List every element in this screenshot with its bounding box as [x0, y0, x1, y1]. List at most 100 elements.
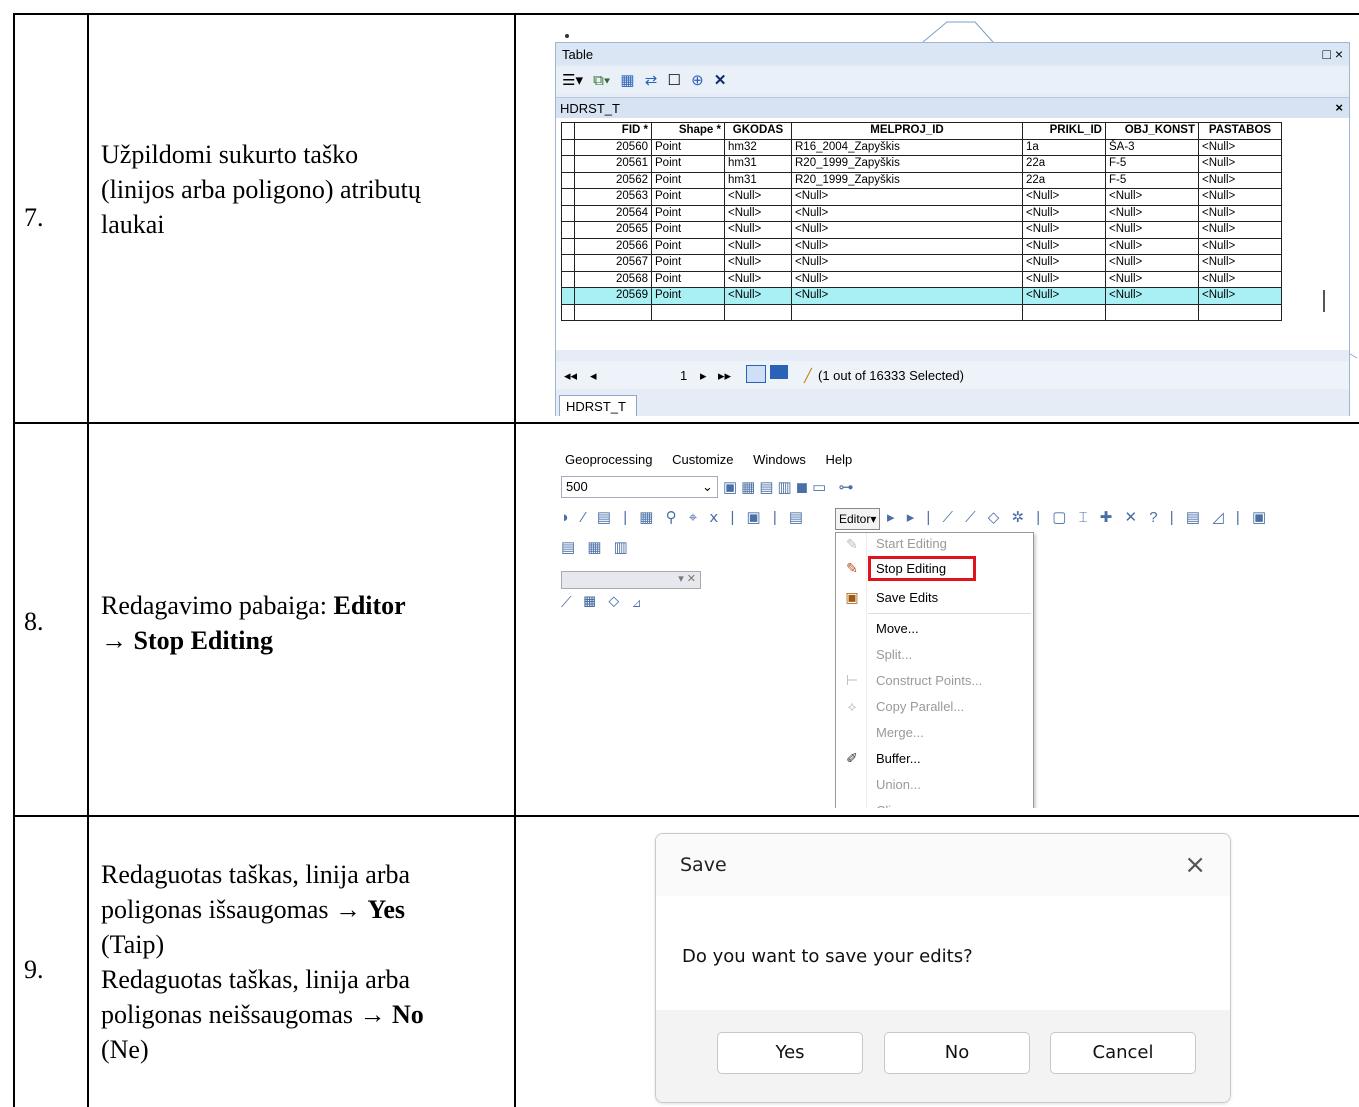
row-selector[interactable]	[561, 188, 575, 206]
menu-item-copy-parallel[interactable]: Copy Parallel...	[876, 696, 964, 718]
table-cell[interactable]: Point	[651, 155, 725, 173]
table-cell[interactable]: <Null>	[1105, 287, 1199, 305]
yes-button[interactable]: Yes	[717, 1032, 863, 1074]
table-cell[interactable]: <Null>	[1198, 237, 1282, 255]
row-selector[interactable]	[561, 171, 575, 189]
map-scale-dropdown[interactable]: 500 ⌄	[561, 476, 718, 498]
table-cell[interactable]: 20561	[574, 155, 652, 173]
table-cell[interactable]: <Null>	[791, 254, 1023, 272]
row-selector[interactable]	[561, 270, 575, 288]
last-record-button[interactable]: ▸▸	[718, 368, 731, 384]
table-cell[interactable]: <Null>	[1022, 237, 1106, 255]
column-header[interactable]: GKODAS	[724, 122, 792, 140]
column-header[interactable]: FID *	[574, 122, 652, 140]
table-cell[interactable]: 1a	[1022, 138, 1106, 156]
table-cell[interactable]: R20_1999_Zapyškis	[791, 155, 1023, 173]
table-cell[interactable]: F-5	[1105, 171, 1199, 189]
menu-item-merge[interactable]: Merge...	[876, 722, 924, 744]
table-cell[interactable]: 20565	[574, 221, 652, 239]
table-cell[interactable]: <Null>	[724, 188, 792, 206]
close-icon[interactable]: ×	[1184, 850, 1206, 880]
table-cell[interactable]: <Null>	[791, 204, 1023, 222]
row-selector[interactable]	[561, 237, 575, 255]
table-cell[interactable]: <Null>	[724, 287, 792, 305]
table-cell[interactable]: <Null>	[1198, 171, 1282, 189]
table-cell[interactable]: <Null>	[1198, 188, 1282, 206]
table-row[interactable]: 20563 Point <Null> <Null> <Null> <Null> <Null>	[561, 188, 1282, 206]
menu-item-save-edits[interactable]: Save Edits	[876, 587, 938, 609]
table-cell[interactable]: 22a	[1022, 171, 1106, 189]
select-by-attributes-icon[interactable]: ▦	[620, 71, 634, 89]
table-bottom-tab[interactable]: HDRST_T	[559, 395, 637, 416]
table-cell[interactable]: Point	[651, 138, 725, 156]
table-cell[interactable]: 20560	[574, 138, 652, 156]
table-row[interactable]: 20560 Point hm32 R16_2004_Zapyškis 1a ŠA-3 <Nu…	[561, 138, 1282, 156]
menu-geoprocessing[interactable]: Geoprocessing	[565, 452, 652, 467]
row-selector[interactable]	[561, 155, 575, 173]
column-header[interactable]: Shape *	[651, 122, 725, 140]
close-tab-icon[interactable]: ×	[1335, 100, 1343, 115]
table-cell[interactable]: <Null>	[1198, 287, 1282, 305]
menu-item-clip[interactable]: Clip...	[876, 800, 909, 808]
table-cell[interactable]: hm32	[724, 138, 792, 156]
table-row[interactable]: 20564 Point <Null> <Null> <Null> <Null> <Null>	[561, 204, 1282, 222]
row-selector[interactable]	[561, 204, 575, 222]
menu-windows[interactable]: Windows	[753, 452, 806, 467]
menu-help[interactable]: Help	[826, 452, 853, 467]
table-row[interactable]: 20561 Point hm31 R20_1999_Zapyškis 22a F-5 <Nu…	[561, 155, 1282, 173]
menu-item-buffer[interactable]: Buffer...	[876, 748, 921, 770]
previous-record-button[interactable]: ◂	[590, 368, 597, 384]
table-cell[interactable]: 20568	[574, 270, 652, 288]
table-cell[interactable]: <Null>	[1198, 204, 1282, 222]
editor-dropdown-button[interactable]: Editor▾	[835, 508, 881, 530]
table-cell[interactable]: <Null>	[1022, 270, 1106, 288]
table-cell[interactable]: <Null>	[724, 221, 792, 239]
table-cell[interactable]: <Null>	[1022, 254, 1106, 272]
table-cell[interactable]: <Null>	[1105, 237, 1199, 255]
table-options-icon[interactable]: ☰▾	[562, 71, 583, 89]
no-button[interactable]: No	[884, 1032, 1030, 1074]
table-cell[interactable]: <Null>	[791, 287, 1023, 305]
table-cell[interactable]: Point	[651, 287, 725, 305]
next-record-button[interactable]: ▸	[700, 368, 707, 384]
table-cell[interactable]: 20564	[574, 204, 652, 222]
table-cell[interactable]: <Null>	[1105, 188, 1199, 206]
first-record-button[interactable]: ◂◂	[564, 368, 577, 384]
table-cell[interactable]: <Null>	[1198, 270, 1282, 288]
table-cell[interactable]: 20562	[574, 171, 652, 189]
extra-toolbar[interactable]: ▤ ▦ ▥	[561, 538, 632, 556]
row-selector[interactable]	[561, 221, 575, 239]
delete-selected-icon[interactable]: ✕	[714, 71, 727, 89]
menu-customize[interactable]: Customize	[672, 452, 733, 467]
row-selector[interactable]	[561, 254, 575, 272]
column-header[interactable]: OBJ_KONST	[1105, 122, 1199, 140]
related-tables-icon[interactable]: ⧉▾	[593, 72, 610, 89]
show-all-records-icon[interactable]	[746, 365, 766, 383]
column-header[interactable]: MELPROJ_ID	[791, 122, 1023, 140]
table-cell[interactable]: <Null>	[1022, 188, 1106, 206]
table-cell[interactable]: 20563	[574, 188, 652, 206]
table-cell[interactable]: <Null>	[791, 237, 1023, 255]
table-cell[interactable]: <Null>	[1105, 204, 1199, 222]
table-cell[interactable]: <Null>	[1022, 287, 1106, 305]
table-cell[interactable]: 20567	[574, 254, 652, 272]
editor-toolbar[interactable]: ▸ ▸ | ⟋ ⟋ ◇ ✲ | ▢ ⌶ ✚ ✕ ? | ▤ ◿ | ▣	[887, 508, 1270, 526]
table-cell[interactable]: <Null>	[1022, 221, 1106, 239]
table-cell[interactable]: <Null>	[1105, 270, 1199, 288]
column-header[interactable]: PASTABOS	[1198, 122, 1282, 140]
table-cell[interactable]: <Null>	[1105, 254, 1199, 272]
record-number-field[interactable]: 1	[680, 368, 687, 383]
clear-selection-icon[interactable]: ☐	[667, 71, 680, 89]
table-cell[interactable]: <Null>	[724, 254, 792, 272]
table-cell[interactable]: Point	[651, 221, 725, 239]
tools-toolbar[interactable]: ◗ ⁄ ▤ | ▦ ⚲ ⌖ ⅹ | ▣ | ▤	[561, 508, 807, 526]
table-cell[interactable]: Point	[651, 188, 725, 206]
table-cell[interactable]: <Null>	[1198, 254, 1282, 272]
cancel-button[interactable]: Cancel	[1050, 1032, 1196, 1074]
vertical-scrollbar-thumb[interactable]	[1323, 290, 1325, 312]
table-cell[interactable]: R16_2004_Zapyškis	[791, 138, 1023, 156]
menu-item-split[interactable]: Split...	[876, 644, 912, 666]
standard-toolbar[interactable]: ▣▦▤▥◼▭ ⊶	[723, 478, 857, 496]
table-cell[interactable]: Point	[651, 270, 725, 288]
table-cell[interactable]: Point	[651, 204, 725, 222]
